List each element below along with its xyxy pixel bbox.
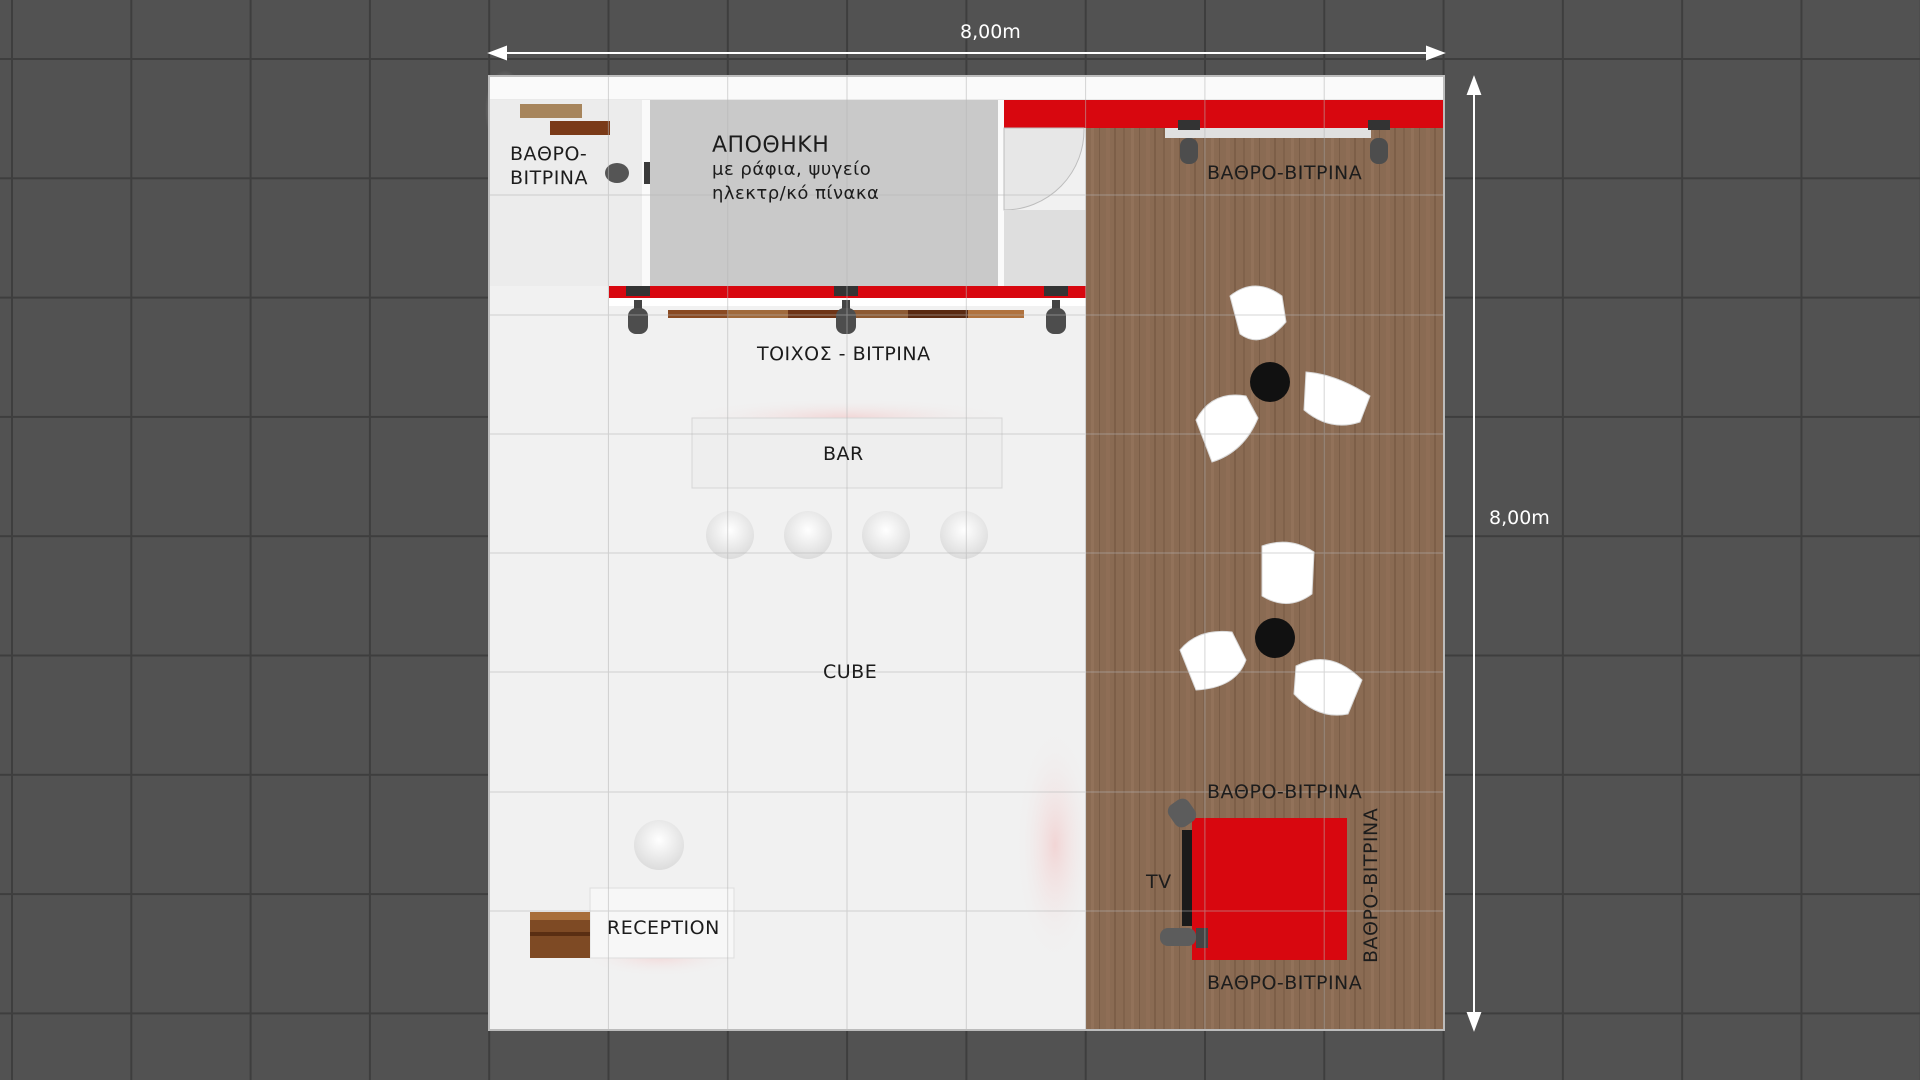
reception-stool	[634, 820, 684, 870]
lounge-chair	[1261, 541, 1315, 604]
bar-label: BAR	[823, 443, 864, 465]
vathro-top-right-label: ΒΑΘΡΟ-ΒΙΤΡΙΝΑ	[1207, 162, 1363, 184]
bar-stool	[784, 511, 832, 559]
vathro-top-left-label-2: ΒΙΤΡΙΝΑ	[510, 167, 589, 189]
bar-stool	[940, 511, 988, 559]
lounge-table	[1255, 618, 1295, 658]
vathro-top-left-label-1: ΒΑΘΡΟ-	[510, 143, 588, 165]
bar-stool	[862, 511, 910, 559]
reception-label: RECEPTION	[607, 917, 720, 939]
height-dimension-label: 8,00m	[1489, 507, 1550, 529]
cube-label: CUBE	[823, 661, 878, 683]
tv-label: TV	[1146, 871, 1172, 893]
vathro-red-bottom-label: ΒΑΘΡΟ-ΒΙΤΡΙΝΑ	[1207, 972, 1363, 994]
floor-plan	[485, 45, 1482, 1032]
storage-description-1: με ράφια, ψυγείο	[712, 159, 872, 180]
vathro-red-side-label: ΒΑΘΡΟ-ΒΙΤΡΙΝΑ	[1360, 807, 1383, 964]
tv-screen	[1182, 830, 1192, 926]
vathro-red-top-label: ΒΑΘΡΟ-ΒΙΤΡΙΝΑ	[1207, 781, 1363, 803]
width-dimension-arrow	[487, 45, 1446, 61]
storage-title: ΑΠΟΘΗΚΗ	[712, 133, 830, 158]
bar-stool	[706, 511, 754, 559]
height-dimension-arrow	[1466, 75, 1482, 1032]
lounge-table	[1250, 362, 1290, 402]
storage-description-2: ηλεκτρ/κό πίνακα	[712, 183, 880, 204]
wall-showcase-label: ΤΟΙΧΟΣ - ΒΙΤΡΙΝΑ	[757, 343, 931, 365]
width-dimension-label: 8,00m	[960, 21, 1021, 43]
